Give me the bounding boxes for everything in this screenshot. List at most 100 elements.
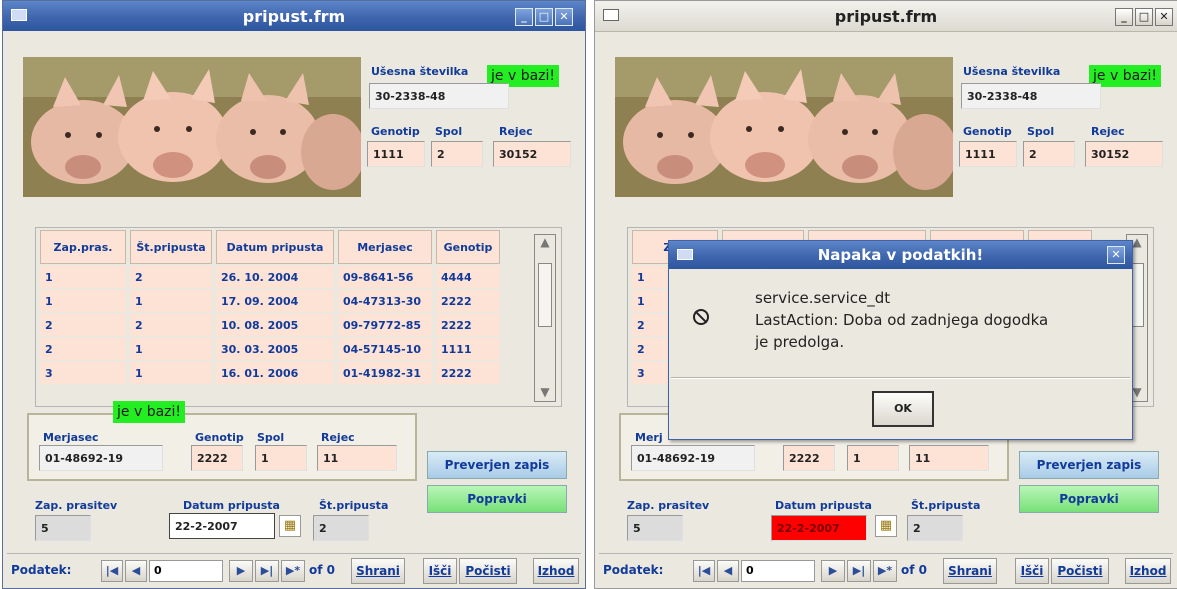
table-cell[interactable]: 2 <box>130 314 212 336</box>
spol-field[interactable]: 2 <box>1023 141 1075 167</box>
scroll-down-icon[interactable]: ▼ <box>537 385 553 401</box>
table-row[interactable]: 1 2 26. 10. 2004 09-8641-56 4444 <box>40 266 500 288</box>
genotip-field[interactable]: 1111 <box>959 141 1017 167</box>
isci-button[interactable]: Išči <box>1015 558 1049 584</box>
boar-spol-field[interactable]: 1 <box>847 445 899 471</box>
ok-button[interactable]: OK <box>872 391 934 427</box>
table-cell[interactable]: 3 <box>40 362 126 384</box>
table-cell[interactable]: 2 <box>40 338 126 360</box>
close-button[interactable]: ✕ <box>1155 8 1173 26</box>
column-header[interactable]: Genotip <box>436 230 500 264</box>
popravki-button[interactable]: Popravki <box>427 485 567 513</box>
table-scrollbar[interactable]: ▲ ▼ <box>534 234 556 402</box>
shrani-button[interactable]: Shrani <box>943 558 997 584</box>
boar-genotip-field[interactable]: 2222 <box>191 445 243 471</box>
table-row[interactable]: 1 1 17. 09. 2004 04-47313-30 2222 <box>40 290 500 312</box>
merjasec-label: Merj <box>635 431 663 444</box>
zap-prasitev-field[interactable]: 5 <box>627 515 683 541</box>
ear-number-field[interactable]: 30-2338-48 <box>369 83 509 109</box>
table-cell[interactable]: 26. 10. 2004 <box>216 266 334 288</box>
table-cell[interactable]: 01-41982-31 <box>338 362 432 384</box>
scroll-thumb[interactable] <box>538 263 552 327</box>
scroll-up-icon[interactable]: ▲ <box>537 235 553 251</box>
column-header[interactable]: Zap.pras. <box>40 230 126 264</box>
title-bar[interactable]: pripust.frm _ □ ✕ <box>595 1 1177 32</box>
table-cell[interactable]: 09-79772-85 <box>338 314 432 336</box>
table-cell[interactable]: 4444 <box>436 266 500 288</box>
boar-spol-field[interactable]: 1 <box>255 445 307 471</box>
pocisti-button[interactable]: Počisti <box>1051 558 1109 584</box>
close-button[interactable]: ✕ <box>555 8 573 26</box>
boar-genotip-field[interactable]: 2222 <box>783 445 835 471</box>
next-record-button[interactable]: ▶ <box>229 560 253 582</box>
datum-pripusta-field[interactable]: 22-2-2007 <box>771 515 867 541</box>
zap-prasitev-field[interactable]: 5 <box>35 515 91 541</box>
table-cell[interactable]: 2 <box>40 314 126 336</box>
merjasec-field[interactable]: 01-48692-19 <box>39 445 163 471</box>
table-cell[interactable]: 1 <box>40 266 126 288</box>
last-record-button[interactable]: ▶| <box>847 560 871 582</box>
popravki-button[interactable]: Popravki <box>1019 485 1159 513</box>
table-cell[interactable]: 09-8641-56 <box>338 266 432 288</box>
table-cell[interactable]: 04-47313-30 <box>338 290 432 312</box>
table-cell[interactable]: 10. 08. 2005 <box>216 314 334 336</box>
table-row[interactable]: 2 1 30. 03. 2005 04-57145-10 1111 <box>40 338 500 360</box>
datum-pripusta-field[interactable]: 22-2-2007 <box>169 513 275 539</box>
record-number-field[interactable]: 0 <box>149 560 223 582</box>
izhod-button[interactable]: Izhod <box>1125 558 1171 584</box>
table-cell[interactable]: 16. 01. 2006 <box>216 362 334 384</box>
table-cell[interactable]: 1 <box>130 290 212 312</box>
first-record-button[interactable]: |◀ <box>693 560 715 582</box>
st-pripusta-field[interactable]: 2 <box>907 515 963 541</box>
calendar-icon[interactable]: ▦ <box>875 515 897 537</box>
new-record-button[interactable]: ▶* <box>281 560 305 582</box>
table-cell[interactable]: 2222 <box>436 362 500 384</box>
last-record-button[interactable]: ▶| <box>255 560 279 582</box>
shrani-button[interactable]: Shrani <box>351 558 405 584</box>
column-header[interactable]: Merjasec <box>338 230 432 264</box>
table-cell[interactable]: 30. 03. 2005 <box>216 338 334 360</box>
isci-button[interactable]: Išči <box>423 558 457 584</box>
table-cell[interactable]: 1111 <box>436 338 500 360</box>
rejec-field[interactable]: 30152 <box>493 141 571 167</box>
dialog-title-bar[interactable]: Napaka v podatkih! ✕ <box>669 241 1132 269</box>
record-number-field[interactable]: 0 <box>741 560 815 582</box>
prev-record-button[interactable]: ◀ <box>125 560 147 582</box>
boar-rejec-field[interactable]: 11 <box>317 445 397 471</box>
st-pripusta-field[interactable]: 2 <box>313 515 369 541</box>
izhod-button[interactable]: Izhod <box>533 558 579 584</box>
ear-number-field[interactable]: 30-2338-48 <box>961 83 1101 109</box>
merjasec-label: Merjasec <box>43 431 99 444</box>
table-cell[interactable]: 2222 <box>436 314 500 336</box>
next-record-button[interactable]: ▶ <box>821 560 845 582</box>
spol-field[interactable]: 2 <box>431 141 483 167</box>
dialog-close-button[interactable]: ✕ <box>1107 246 1125 264</box>
column-header[interactable]: Št.pripusta <box>130 230 212 264</box>
maximize-button[interactable]: □ <box>1135 8 1153 26</box>
title-bar[interactable]: pripust.frm _ □ ✕ <box>3 1 585 31</box>
boar-rejec-field[interactable]: 11 <box>909 445 989 471</box>
column-header[interactable]: Datum pripusta <box>216 230 334 264</box>
genotip-field[interactable]: 1111 <box>367 141 425 167</box>
minimize-button[interactable]: _ <box>515 8 533 26</box>
table-cell[interactable]: 1 <box>40 290 126 312</box>
new-record-button[interactable]: ▶* <box>873 560 897 582</box>
rejec-field[interactable]: 30152 <box>1085 141 1163 167</box>
table-cell[interactable]: 04-57145-10 <box>338 338 432 360</box>
maximize-button[interactable]: □ <box>535 8 553 26</box>
merjasec-field[interactable]: 01-48692-19 <box>631 445 755 471</box>
preverjen-zapis-button[interactable]: Preverjen zapis <box>427 451 567 479</box>
table-cell[interactable]: 1 <box>130 362 212 384</box>
calendar-icon[interactable]: ▦ <box>279 515 301 537</box>
table-row[interactable]: 3 1 16. 01. 2006 01-41982-31 2222 <box>40 362 500 384</box>
preverjen-zapis-button[interactable]: Preverjen zapis <box>1019 451 1159 479</box>
prev-record-button[interactable]: ◀ <box>717 560 739 582</box>
table-cell[interactable]: 2222 <box>436 290 500 312</box>
table-cell[interactable]: 17. 09. 2004 <box>216 290 334 312</box>
table-row[interactable]: 2 2 10. 08. 2005 09-79772-85 2222 <box>40 314 500 336</box>
table-cell[interactable]: 1 <box>130 338 212 360</box>
pocisti-button[interactable]: Počisti <box>459 558 517 584</box>
minimize-button[interactable]: _ <box>1115 8 1133 26</box>
table-cell[interactable]: 2 <box>130 266 212 288</box>
first-record-button[interactable]: |◀ <box>101 560 123 582</box>
